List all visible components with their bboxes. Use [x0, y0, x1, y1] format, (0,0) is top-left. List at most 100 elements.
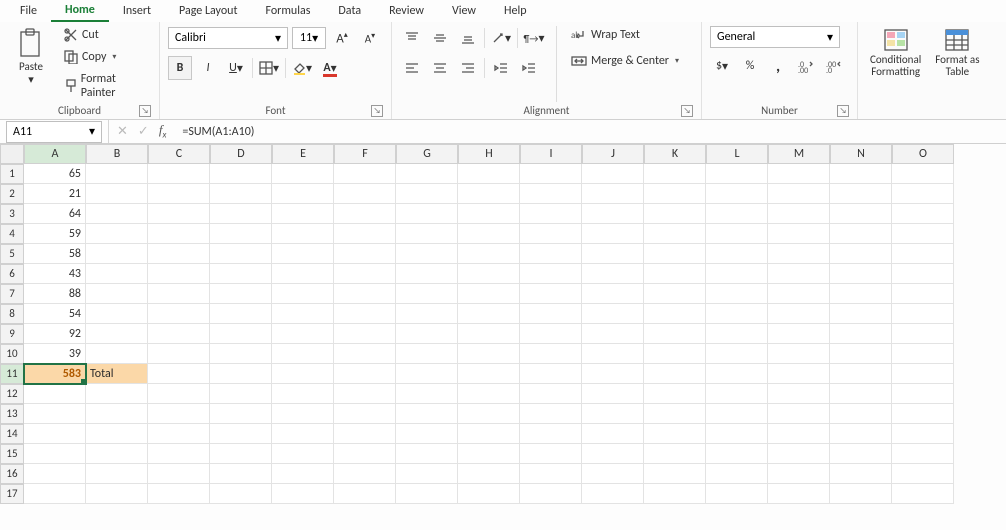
font-name-combobox[interactable]: Calibri ▾: [168, 27, 288, 49]
cell-D3[interactable]: [210, 204, 272, 224]
percent-format-button[interactable]: %: [738, 54, 762, 78]
cell-N5[interactable]: [830, 244, 892, 264]
cell-J10[interactable]: [582, 344, 644, 364]
cell-M17[interactable]: [768, 484, 830, 504]
cell-I14[interactable]: [520, 424, 582, 444]
cell-G3[interactable]: [396, 204, 458, 224]
cell-K17[interactable]: [644, 484, 706, 504]
column-header-D[interactable]: D: [210, 144, 272, 164]
enter-formula-icon[interactable]: ✓: [138, 124, 149, 139]
cell-D2[interactable]: [210, 184, 272, 204]
menu-help[interactable]: Help: [490, 1, 541, 21]
cell-D13[interactable]: [210, 404, 272, 424]
cell-N9[interactable]: [830, 324, 892, 344]
menu-data[interactable]: Data: [324, 1, 375, 21]
cell-E6[interactable]: [272, 264, 334, 284]
number-format-combobox[interactable]: General ▾: [710, 26, 840, 48]
dialog-launcher-icon[interactable]: ↘: [371, 105, 383, 117]
cut-button[interactable]: Cut: [60, 26, 151, 44]
cell-D4[interactable]: [210, 224, 272, 244]
cell-K9[interactable]: [644, 324, 706, 344]
cell-F12[interactable]: [334, 384, 396, 404]
cell-F15[interactable]: [334, 444, 396, 464]
cell-B5[interactable]: [86, 244, 148, 264]
cell-K5[interactable]: [644, 244, 706, 264]
cell-M5[interactable]: [768, 244, 830, 264]
cell-J14[interactable]: [582, 424, 644, 444]
copy-button[interactable]: Copy ▾: [60, 48, 151, 66]
cell-K12[interactable]: [644, 384, 706, 404]
fill-color-button[interactable]: ▾: [290, 56, 314, 80]
menu-file[interactable]: File: [6, 1, 51, 21]
cell-O8[interactable]: [892, 304, 954, 324]
cell-N14[interactable]: [830, 424, 892, 444]
cell-E5[interactable]: [272, 244, 334, 264]
cell-H14[interactable]: [458, 424, 520, 444]
cell-C13[interactable]: [148, 404, 210, 424]
merge-center-button[interactable]: Merge & Center ▾: [567, 52, 683, 70]
cell-N16[interactable]: [830, 464, 892, 484]
cell-E13[interactable]: [272, 404, 334, 424]
cell-N2[interactable]: [830, 184, 892, 204]
cancel-formula-icon[interactable]: ✕: [117, 124, 128, 139]
cell-C9[interactable]: [148, 324, 210, 344]
row-header-14[interactable]: 14: [0, 424, 24, 444]
cell-H16[interactable]: [458, 464, 520, 484]
cell-A2[interactable]: 21: [24, 184, 86, 204]
cell-O3[interactable]: [892, 204, 954, 224]
cell-M10[interactable]: [768, 344, 830, 364]
cell-D10[interactable]: [210, 344, 272, 364]
column-header-O[interactable]: O: [892, 144, 954, 164]
cell-I7[interactable]: [520, 284, 582, 304]
cell-L12[interactable]: [706, 384, 768, 404]
menu-page-layout[interactable]: Page Layout: [165, 1, 251, 21]
cell-L13[interactable]: [706, 404, 768, 424]
cell-G2[interactable]: [396, 184, 458, 204]
row-header-5[interactable]: 5: [0, 244, 24, 264]
name-box[interactable]: A11 ▾: [6, 121, 102, 143]
cell-J6[interactable]: [582, 264, 644, 284]
column-header-B[interactable]: B: [86, 144, 148, 164]
cell-D8[interactable]: [210, 304, 272, 324]
cell-G4[interactable]: [396, 224, 458, 244]
menu-home[interactable]: Home: [51, 0, 109, 22]
cell-N1[interactable]: [830, 164, 892, 184]
cell-F5[interactable]: [334, 244, 396, 264]
cell-K14[interactable]: [644, 424, 706, 444]
underline-button[interactable]: U▾: [224, 56, 248, 80]
cell-A12[interactable]: [24, 384, 86, 404]
cell-B6[interactable]: [86, 264, 148, 284]
select-all-corner[interactable]: [0, 144, 24, 164]
cell-L6[interactable]: [706, 264, 768, 284]
cell-L10[interactable]: [706, 344, 768, 364]
align-middle-button[interactable]: [428, 26, 452, 50]
cell-H15[interactable]: [458, 444, 520, 464]
cell-D9[interactable]: [210, 324, 272, 344]
cell-A1[interactable]: 65: [24, 164, 86, 184]
cell-J9[interactable]: [582, 324, 644, 344]
cell-E1[interactable]: [272, 164, 334, 184]
align-bottom-button[interactable]: [456, 26, 480, 50]
cell-M3[interactable]: [768, 204, 830, 224]
cell-E4[interactable]: [272, 224, 334, 244]
cell-O9[interactable]: [892, 324, 954, 344]
cell-B12[interactable]: [86, 384, 148, 404]
cell-H10[interactable]: [458, 344, 520, 364]
cell-O7[interactable]: [892, 284, 954, 304]
row-header-7[interactable]: 7: [0, 284, 24, 304]
ltr-button[interactable]: ¶→▾: [522, 26, 546, 50]
column-header-M[interactable]: M: [768, 144, 830, 164]
cell-M9[interactable]: [768, 324, 830, 344]
cell-C4[interactable]: [148, 224, 210, 244]
cell-F7[interactable]: [334, 284, 396, 304]
cell-M14[interactable]: [768, 424, 830, 444]
cell-M11[interactable]: [768, 364, 830, 384]
cell-A10[interactable]: 39: [24, 344, 86, 364]
decrease-font-size-button[interactable]: A▾: [358, 26, 382, 50]
cell-J11[interactable]: [582, 364, 644, 384]
row-header-9[interactable]: 9: [0, 324, 24, 344]
cell-N7[interactable]: [830, 284, 892, 304]
cell-A6[interactable]: 43: [24, 264, 86, 284]
cell-L3[interactable]: [706, 204, 768, 224]
cell-N17[interactable]: [830, 484, 892, 504]
